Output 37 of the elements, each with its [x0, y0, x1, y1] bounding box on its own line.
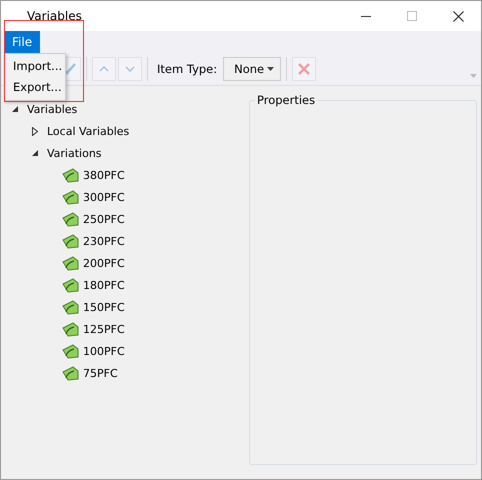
close-icon[interactable]: [452, 10, 464, 22]
variation-icon: [61, 322, 79, 336]
item-type-dropdown[interactable]: None: [223, 57, 282, 81]
variation-icon: [61, 344, 79, 358]
variation-icon: [61, 168, 79, 182]
variation-icon: [61, 278, 79, 292]
tree-item[interactable]: 100PFC: [83, 344, 125, 358]
tree-item[interactable]: 180PFC: [83, 278, 125, 292]
tree-item[interactable]: Variables: [27, 102, 78, 116]
variation-icon: [61, 256, 79, 270]
tree-item[interactable]: 380PFC: [83, 168, 125, 182]
menu-item[interactable]: Export...: [5, 77, 65, 98]
tree-item[interactable]: 230PFC: [83, 234, 125, 248]
variation-icon: [61, 190, 79, 204]
tree-item[interactable]: 200PFC: [83, 256, 125, 270]
variation-icon: [61, 366, 79, 380]
tree-item[interactable]: 150PFC: [83, 300, 125, 314]
caret-icon: [267, 67, 274, 71]
variation-icon: [61, 212, 79, 226]
tree-item[interactable]: 250PFC: [83, 212, 125, 226]
variation-icon: [61, 300, 79, 314]
tree-item[interactable]: 75PFC: [83, 366, 118, 380]
file-menu[interactable]: File: [4, 31, 40, 53]
expanded-arrow-icon[interactable]: [32, 150, 38, 156]
overflow-icon: [470, 74, 477, 78]
window-title: Variables: [27, 9, 83, 23]
group-title: Properties: [255, 93, 318, 107]
collapsed-arrow-icon[interactable]: [32, 126, 38, 136]
tree-item[interactable]: 300PFC: [83, 190, 125, 204]
expanded-arrow-icon[interactable]: [12, 106, 18, 112]
item-type-label: Item Type:: [157, 62, 218, 76]
menu-item[interactable]: Import...: [5, 56, 65, 77]
tree-item[interactable]: 125PFC: [83, 322, 125, 336]
variation-icon: [61, 234, 79, 248]
tree-item[interactable]: Variations: [47, 146, 102, 160]
close-icon: [298, 63, 310, 75]
tree-item[interactable]: Local Variables: [47, 124, 130, 138]
